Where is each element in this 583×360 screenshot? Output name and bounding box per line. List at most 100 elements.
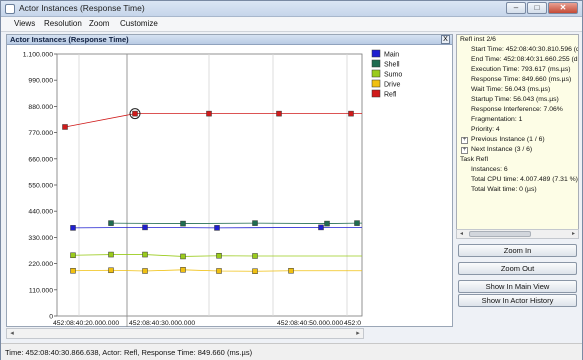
menu-bar: Views Resolution Zoom Customize (1, 17, 582, 32)
legend-label-drive: Drive (384, 82, 400, 89)
info-scroll-right-icon[interactable]: ▸ (569, 230, 578, 238)
point-main (142, 224, 148, 231)
y-tick-label: 770.000 (28, 130, 53, 137)
point-drive (142, 268, 148, 274)
point-sumo (216, 252, 222, 259)
menu-customize[interactable]: Customize (120, 19, 158, 28)
info-fragmentation: Fragmentation: 1 (471, 116, 523, 123)
title-bar: Actor Instances (Response Time) – □ ✕ (1, 1, 582, 17)
point-refl (62, 124, 68, 130)
status-text: Time: 452:08:40:30.866.638, Actor: Refl,… (5, 348, 253, 357)
panel-close-button[interactable]: X (441, 35, 450, 44)
info-scroll-thumb[interactable] (469, 231, 531, 237)
x-tick-label: 452:08:40:50.000.000 (277, 320, 343, 327)
legend-swatch-main (371, 49, 381, 58)
point-shell (108, 220, 114, 226)
legend-label-main: Main (384, 52, 399, 59)
point-drive (70, 267, 76, 274)
point-refl (276, 110, 282, 117)
legend-label-sumo: Sumo (384, 72, 402, 79)
point-shell (252, 220, 258, 226)
x-tick-label: 452:08:40:20.000.000 (53, 320, 119, 327)
y-tick-label: 110.000 (29, 287, 53, 294)
point-sumo (180, 253, 186, 260)
point-refl (206, 110, 212, 117)
plot-area (56, 53, 363, 317)
x-tick-label: 452:08:40:30.000.000 (129, 320, 195, 327)
info-execution-time: Execution Time: 793.617 (ms.µs) (471, 66, 571, 73)
info-total-cpu: Total CPU time: 4.007.489 (7.31 %) (471, 176, 578, 183)
x-tick-label: 452:0 (344, 320, 361, 327)
point-shell (354, 220, 360, 226)
legend-label-refl: Refl (384, 92, 397, 99)
point-refl (132, 110, 138, 117)
y-tick-label: 550.000 (28, 183, 53, 190)
info-total-wait: Total Wait time: 0 (µs) (471, 186, 537, 193)
info-response-interference: Response Interference: 7.06% (471, 106, 563, 113)
info-response-time: Response Time: 849.660 (ms.µs) (471, 76, 572, 83)
info-previous-instance[interactable]: Previous Instance (1 / 6) (471, 135, 545, 145)
point-drive (252, 268, 258, 274)
menu-zoom[interactable]: Zoom (89, 19, 109, 28)
point-drive (216, 268, 222, 274)
info-root[interactable]: Refl inst 2/6 (460, 35, 496, 45)
info-start-time: Start Time: 452:08:40:30.810.596 (d:h: (471, 46, 579, 53)
info-next-instance[interactable]: Next Instance (3 / 6) (471, 145, 532, 155)
info-instances: Instances: 6 (471, 166, 508, 173)
menu-resolution[interactable]: Resolution (44, 19, 82, 28)
window-title: Actor Instances (Response Time) (19, 3, 145, 13)
chart-horizontal-scrollbar[interactable]: ◂ ▸ (6, 328, 364, 339)
info-horizontal-scrollbar[interactable]: ◂ ▸ (456, 229, 579, 239)
scroll-left-icon[interactable]: ◂ (7, 329, 17, 338)
chart-panel-title: Actor Instances (Response Time) (10, 35, 129, 44)
info-task[interactable]: Task Refl (460, 155, 488, 165)
maximize-button[interactable]: □ (527, 2, 547, 14)
point-sumo (252, 253, 258, 259)
y-tick-label: 990.000 (28, 78, 53, 85)
status-bar: Time: 452:08:40:30.866.638, Actor: Refl,… (1, 343, 582, 360)
point-sumo (108, 251, 114, 258)
y-tick-label: 220.000 (28, 261, 53, 268)
info-startup-time: Startup Time: 56.043 (ms.µs) (471, 96, 559, 103)
show-in-main-view-button[interactable]: Show In Main View (458, 280, 577, 293)
y-tick-label: 660.000 (28, 156, 53, 163)
point-drive (288, 267, 294, 274)
show-in-actor-history-button[interactable]: Show In Actor History (458, 294, 577, 307)
minimize-button[interactable]: – (506, 2, 526, 14)
point-main (318, 224, 324, 231)
instance-info-panel: Refl inst 2/6 Start Time: 452:08:40:30.8… (456, 34, 579, 239)
zoom-in-button[interactable]: Zoom In (458, 244, 577, 257)
y-tick-label: 440.000 (28, 209, 53, 216)
point-main (214, 225, 220, 231)
menu-views[interactable]: Views (14, 19, 35, 28)
app-icon (5, 4, 15, 14)
point-drive (180, 267, 186, 273)
legend-label-shell: Shell (384, 62, 400, 69)
point-shell (180, 220, 186, 227)
y-tick-label: 880.000 (28, 104, 53, 111)
actor-instances-window: Actor Instances (Response Time) – □ ✕ Vi… (0, 0, 583, 360)
point-sumo (70, 252, 76, 259)
info-end-time: End Time: 452:08:40:31.660.255 (d:h: (471, 56, 579, 63)
point-sumo (142, 251, 148, 258)
point-shell (324, 220, 330, 227)
zoom-out-button[interactable]: Zoom Out (458, 262, 577, 275)
scroll-right-icon[interactable]: ▸ (353, 329, 363, 338)
expand-next-icon[interactable]: + (461, 147, 468, 154)
expand-previous-icon[interactable]: + (461, 137, 468, 144)
point-drive (108, 267, 114, 274)
info-priority: Priority: 4 (471, 126, 500, 133)
y-tick-label: 1.100.000 (23, 52, 53, 59)
response-time-chart[interactable]: 0110.000220.000330.000440.000550.000660.… (7, 46, 452, 327)
point-main (70, 225, 76, 231)
legend-swatch-shell (371, 59, 381, 68)
info-wait-time: Wait Time: 56.043 (ms.µs) (471, 86, 551, 93)
legend-swatch-sumo (371, 69, 381, 78)
legend-swatch-drive (371, 79, 381, 88)
point-refl (348, 110, 354, 117)
info-scroll-left-icon[interactable]: ◂ (457, 230, 466, 238)
y-tick-label: 330.000 (28, 235, 53, 242)
legend-swatch-refl (371, 89, 381, 98)
chart-panel: Actor Instances (Response Time) X 0 110.0… (6, 34, 453, 327)
close-button[interactable]: ✕ (548, 2, 578, 14)
